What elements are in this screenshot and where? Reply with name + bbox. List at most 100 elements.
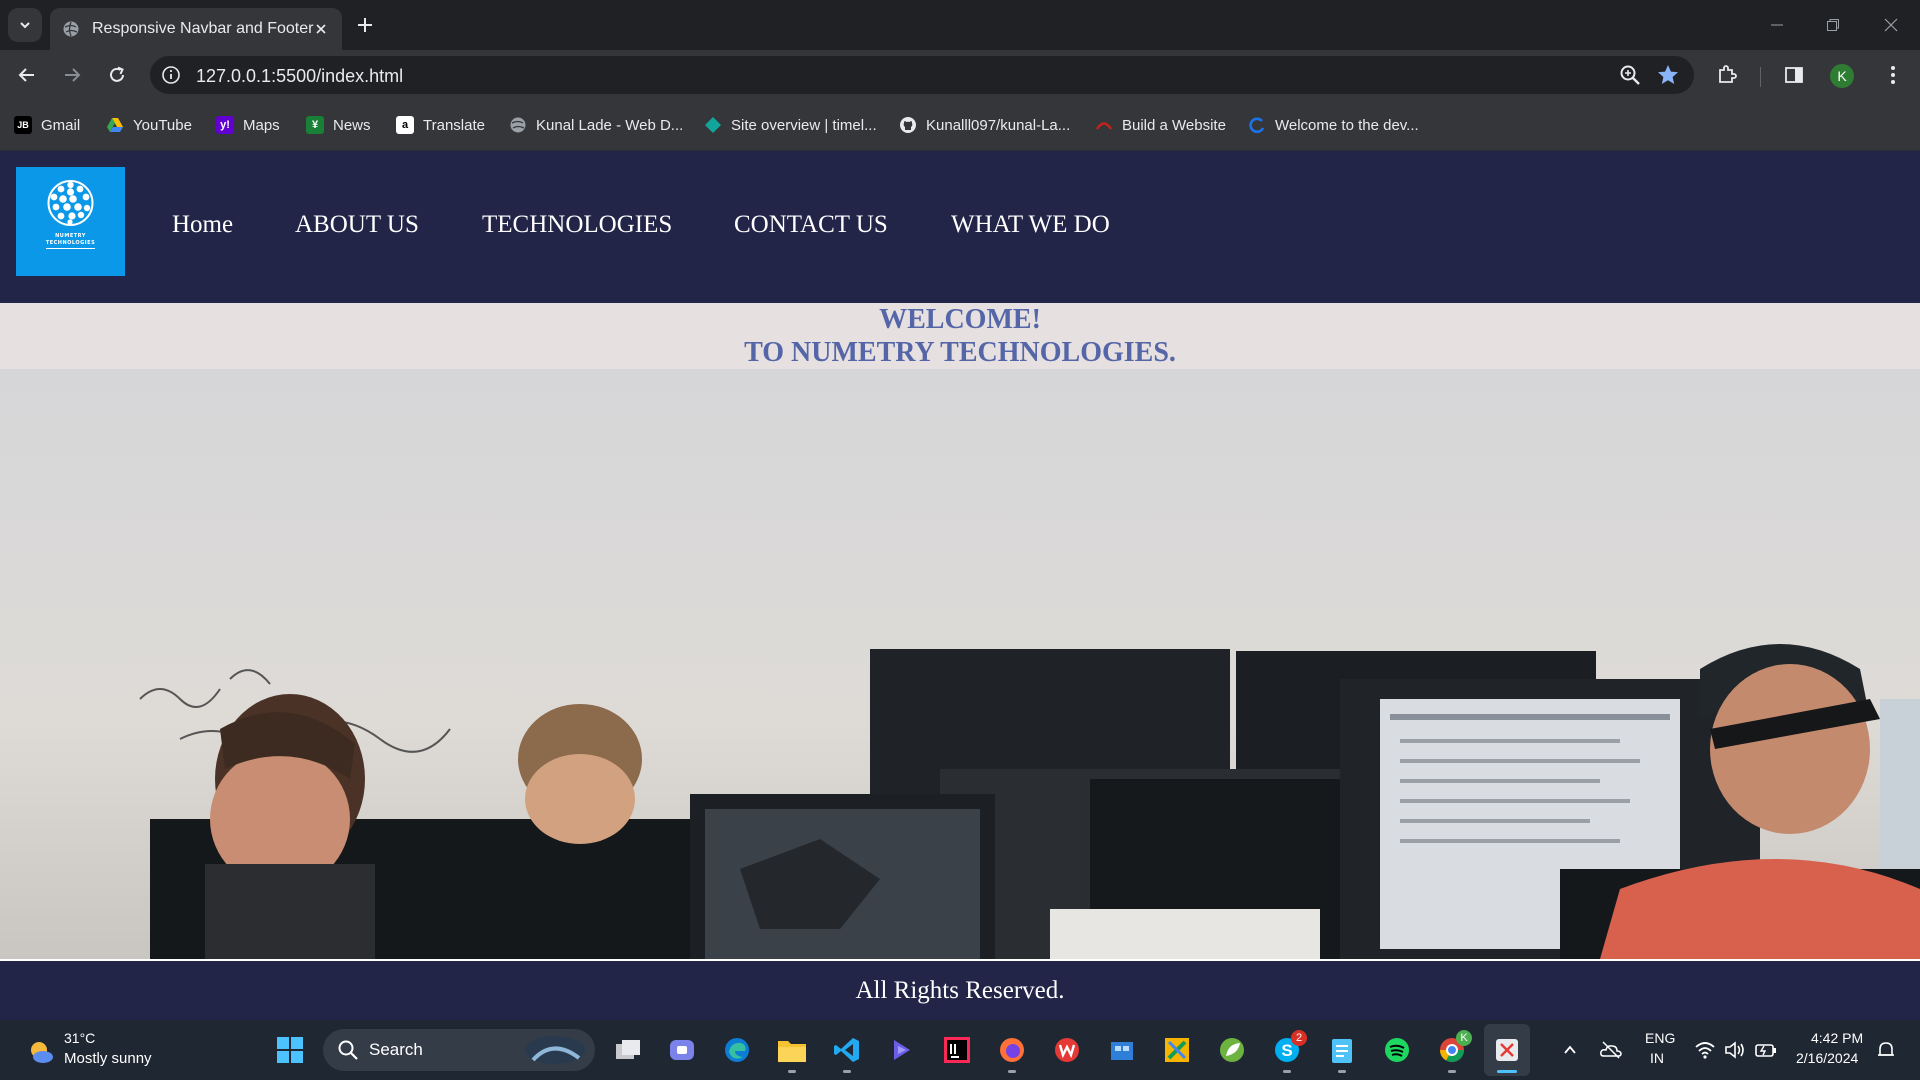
bookmark-site-overview[interactable]: Site overview | timel... — [704, 114, 877, 136]
bookmark-welcome-dev[interactable]: Welcome to the dev... — [1248, 114, 1419, 136]
volume-icon[interactable] — [1724, 1040, 1746, 1060]
weather-condition[interactable]: Mostly sunny — [64, 1050, 152, 1067]
bookmark-translate[interactable]: a Translate — [396, 114, 485, 136]
company-logo[interactable]: NUMETRY TECHNOLOGIES — [16, 167, 125, 276]
tab-search-button[interactable] — [8, 8, 42, 42]
edge-icon[interactable] — [721, 1034, 753, 1066]
nav-link-technologies[interactable]: TECHNOLOGIES — [482, 211, 672, 239]
running-indicator — [1008, 1070, 1016, 1073]
nav-link-home[interactable]: Home — [172, 211, 233, 239]
language-line-2[interactable]: IN — [1650, 1050, 1664, 1066]
battery-icon[interactable] — [1754, 1041, 1778, 1059]
web-page: NUMETRY TECHNOLOGIES Home ABOUT US TECHN… — [0, 151, 1920, 1020]
clock-date[interactable]: 2/16/2024 — [1796, 1050, 1858, 1066]
zoom-icon[interactable] — [1618, 63, 1642, 87]
plus-icon — [358, 18, 372, 32]
firefox-icon[interactable] — [996, 1034, 1028, 1066]
arrow-right-icon — [65, 68, 81, 82]
logo-line-1: NUMETRY — [55, 233, 86, 239]
minimize-button[interactable] — [1762, 10, 1792, 40]
new-tab-button[interactable] — [352, 12, 378, 38]
store-icon[interactable] — [1106, 1034, 1138, 1066]
welcome-banner: WELCOME! TO NUMETRY TECHNOLOGIES. — [0, 303, 1920, 369]
dev-icon — [1249, 117, 1265, 134]
tab-title: Responsive Navbar and Footer — [92, 20, 314, 37]
jetbrains-icon: JB — [14, 116, 32, 134]
nav-link-about-us[interactable]: ABOUT US — [295, 211, 419, 239]
close-icon — [1884, 18, 1898, 32]
url-text[interactable]: 127.0.0.1:5500/index.html — [196, 66, 403, 87]
footer-text: All Rights Reserved. — [855, 976, 1065, 1004]
chevron-down-icon — [20, 22, 30, 29]
close-window-button[interactable] — [1876, 10, 1906, 40]
running-indicator — [788, 1070, 796, 1073]
bookmark-gmail[interactable]: JB Gmail — [14, 114, 80, 136]
weather-sun-cloud-icon[interactable] — [26, 1038, 54, 1066]
skype-badge: 2 — [1291, 1030, 1307, 1046]
menu-button[interactable] — [1876, 58, 1910, 92]
extensions-button[interactable] — [1710, 58, 1744, 92]
language-line-1[interactable]: ENG — [1645, 1030, 1675, 1046]
copilot-icon[interactable] — [886, 1034, 918, 1066]
wps-icon[interactable] — [1051, 1034, 1083, 1066]
file-explorer-icon[interactable] — [776, 1034, 808, 1066]
clock-time[interactable]: 4:42 PM — [1811, 1030, 1863, 1046]
notepad-icon[interactable] — [1326, 1034, 1358, 1066]
forward-button[interactable] — [55, 58, 89, 92]
back-button[interactable] — [10, 58, 44, 92]
bookmark-news[interactable]: ¥ News — [306, 114, 371, 136]
taskbar-search[interactable]: Search — [323, 1029, 595, 1071]
logo-sphere-icon — [47, 180, 94, 226]
spotify-icon[interactable] — [1381, 1034, 1413, 1066]
task-view-icon[interactable] — [612, 1034, 644, 1066]
welcome-subheading: TO NUMETRY TECHNOLOGIES. — [744, 337, 1176, 368]
tab-close-icon[interactable] — [312, 20, 330, 38]
vscode-icon[interactable] — [831, 1034, 863, 1066]
side-panel-button[interactable] — [1777, 58, 1811, 92]
welcome-heading: WELCOME! — [879, 304, 1041, 335]
build-icon — [1095, 122, 1113, 130]
restore-button[interactable] — [1818, 10, 1848, 40]
bookmarks-bar: JB Gmail YouTube y! Maps ¥ News a Transl… — [0, 100, 1920, 151]
bookmark-star-icon[interactable] — [1656, 63, 1680, 87]
kebab-menu-icon — [1891, 66, 1895, 84]
windows-start-icon[interactable] — [274, 1034, 306, 1066]
weather-temp[interactable]: 31°C — [64, 1030, 95, 1046]
nav-link-what-we-do[interactable]: WHAT WE DO — [951, 211, 1110, 239]
svg-text:S: S — [1281, 1041, 1292, 1060]
intellij-icon[interactable] — [941, 1034, 973, 1066]
running-indicator — [1283, 1070, 1291, 1073]
bookmark-youtube[interactable]: YouTube — [106, 114, 192, 136]
arrow-left-icon — [18, 68, 34, 82]
running-indicator — [1338, 1070, 1346, 1073]
teams-icon[interactable] — [666, 1034, 698, 1066]
bookmark-kunal-lade[interactable]: Kunal Lade - Web D... — [509, 114, 683, 136]
browser-tab[interactable]: Responsive Navbar and Footer — [50, 8, 342, 50]
snipping-icon[interactable] — [1161, 1034, 1193, 1066]
snip-sketch-icon[interactable] — [1491, 1034, 1523, 1066]
nav-link-contact-us[interactable]: CONTACT US — [734, 211, 888, 239]
restore-icon — [1827, 19, 1839, 31]
side-panel-icon — [1785, 67, 1803, 83]
bookmark-build-website[interactable]: Build a Website — [1095, 114, 1226, 136]
site-info-icon[interactable] — [160, 64, 182, 86]
site-navbar: NUMETRY TECHNOLOGIES Home ABOUT US TECHN… — [0, 151, 1920, 303]
bookmark-maps[interactable]: y! Maps — [216, 114, 280, 136]
profile-avatar[interactable]: K — [1830, 64, 1854, 88]
reload-button[interactable] — [100, 58, 134, 92]
spring-icon[interactable] — [1216, 1034, 1248, 1066]
logo-line-2: TECHNOLOGIES — [45, 240, 96, 246]
notification-bell-icon[interactable] — [1876, 1040, 1896, 1060]
site-footer: All Rights Reserved. — [0, 961, 1920, 1020]
wifi-icon[interactable] — [1694, 1040, 1716, 1060]
tab-strip: Responsive Navbar and Footer — [0, 0, 1920, 50]
address-bar[interactable]: 127.0.0.1:5500/index.html — [150, 56, 1694, 94]
puzzle-icon — [1719, 65, 1737, 83]
chevron-up-icon[interactable] — [1562, 1042, 1578, 1058]
github-icon — [900, 117, 916, 133]
bookmark-github[interactable]: Kunalll097/kunal-La... — [899, 114, 1070, 136]
search-highlight-icon — [525, 1036, 585, 1064]
diamond-icon — [705, 117, 721, 133]
minimize-icon — [1771, 24, 1783, 26]
onedrive-icon[interactable] — [1600, 1040, 1622, 1060]
